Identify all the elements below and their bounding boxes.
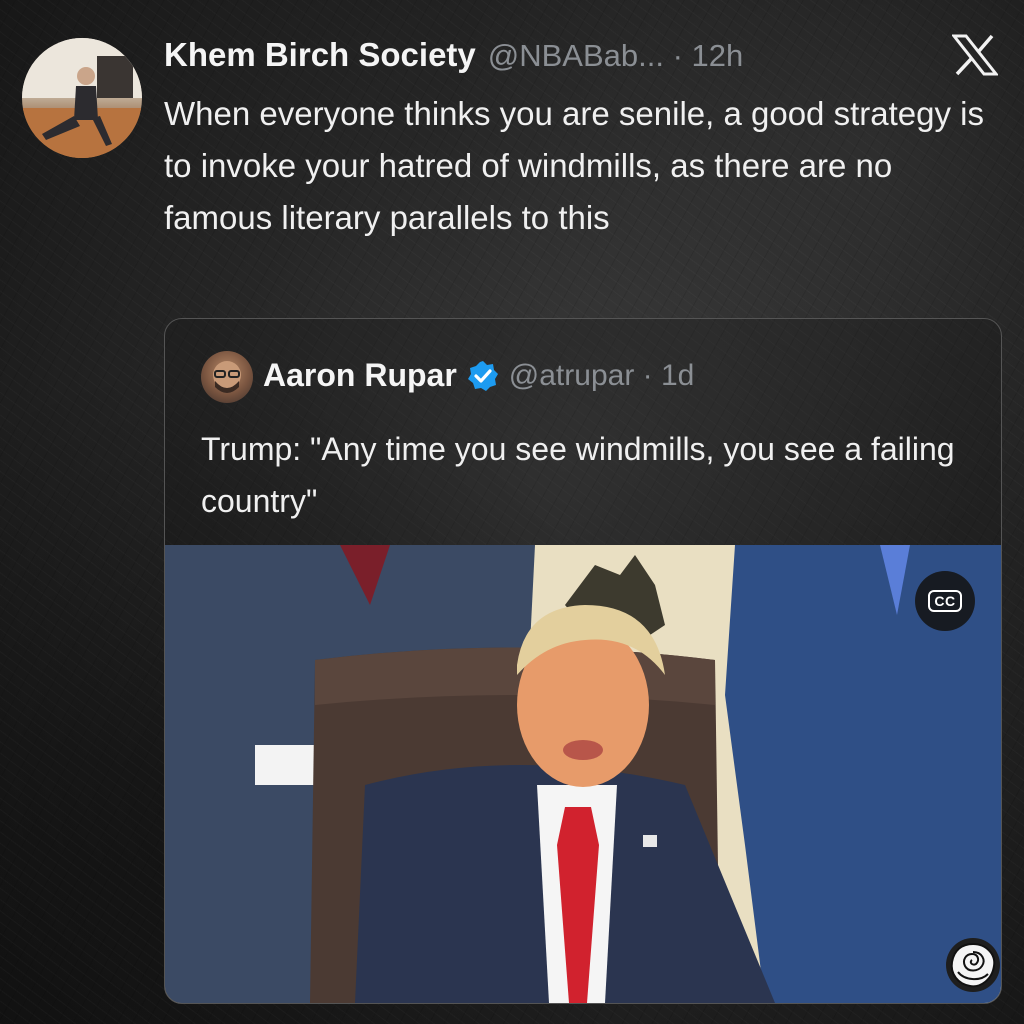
quoted-tweet-header: Aaron Rupar @atrupar · 1d bbox=[263, 357, 694, 394]
quoted-author-display-name[interactable]: Aaron Rupar bbox=[263, 357, 457, 394]
closed-captions-icon: CC bbox=[928, 590, 962, 612]
quoted-author-handle-time[interactable]: @atrupar · 1d bbox=[509, 359, 695, 393]
tweet-header: Khem Birch Society @NBABab... · 12h bbox=[164, 36, 743, 80]
quoted-tweet-text: Trump: "Any time you see windmills, you … bbox=[201, 431, 955, 519]
closed-captions-button[interactable]: CC bbox=[915, 571, 975, 631]
quoted-tweet-card[interactable]: Aaron Rupar @atrupar · 1d Trump: "Any ti… bbox=[164, 318, 1002, 1004]
tweet-text: When everyone thinks you are senile, a g… bbox=[164, 95, 984, 236]
video-frame bbox=[165, 545, 1001, 1003]
quoted-author-avatar[interactable] bbox=[201, 351, 253, 403]
author-handle-time[interactable]: @NBABab... · 12h bbox=[488, 38, 743, 74]
quoted-tweet-video[interactable]: CC bbox=[165, 545, 1001, 1003]
rose-icon bbox=[946, 938, 1000, 992]
author-display-name[interactable]: Khem Birch Society bbox=[164, 36, 476, 74]
author-avatar[interactable] bbox=[22, 38, 142, 158]
x-logo-icon bbox=[952, 34, 998, 76]
verified-badge-icon bbox=[467, 360, 498, 391]
